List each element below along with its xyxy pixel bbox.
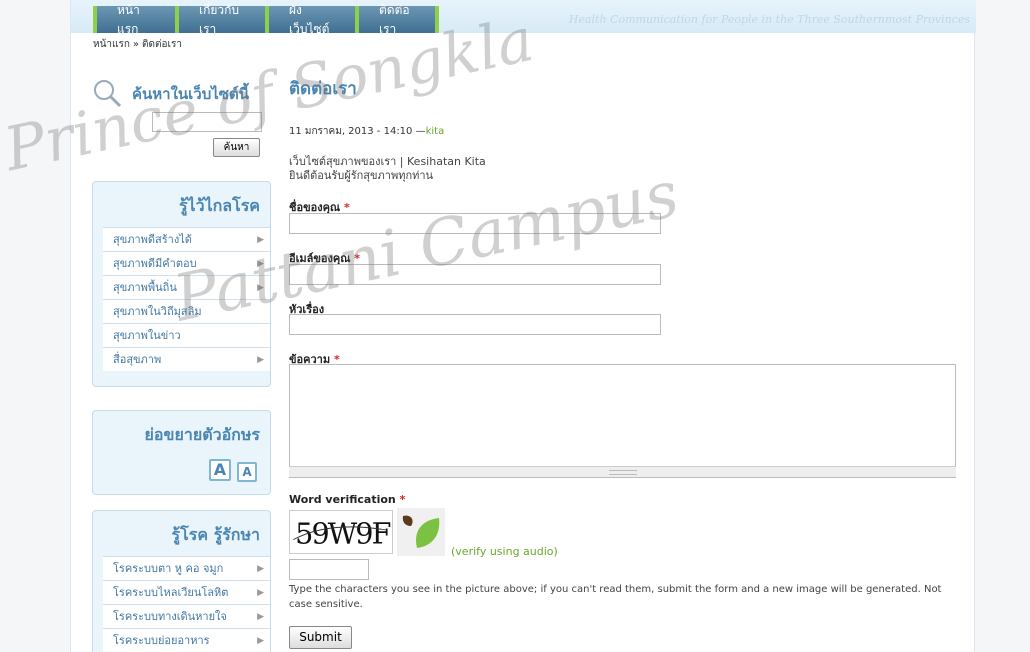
leaf-icon (397, 508, 445, 556)
search-title: ค้นหาในเว็บไซต์นี้ (132, 85, 249, 103)
health-menu-item[interactable]: สุขภาพในวิถีมุสลิม (103, 299, 270, 323)
page-container: หน้าแรก เกี่ยวกับเรา ผังเว็บไซต์ ติดต่อเ… (70, 0, 976, 652)
captcha-label-text: Word verification (289, 493, 396, 506)
required-mark: * (399, 493, 406, 506)
menu-item-label: สื่อสุขภาพ (113, 353, 162, 366)
health-menu-item[interactable]: สื่อสุขภาพ ▶ (103, 347, 270, 371)
menu-item-label: สุขภาพในวิถีมุสลิม (113, 305, 202, 318)
message-textarea[interactable] (289, 364, 956, 478)
submitted-info: 11 มกราคม, 2013 - 14:10 —kita (289, 124, 444, 139)
subject-field[interactable] (289, 314, 661, 335)
search-block: ค้นหาในเว็บไซต์นี้ ค้นหา (92, 60, 271, 165)
disease-menu: โรคระบบตา หู คอ จมูก ▶ โรคระบบไหลเวียนโลห… (103, 556, 270, 652)
health-menu-item[interactable]: สุขภาพในข่าว (103, 323, 270, 347)
intro-text: เว็บไซต์สุขภาพของเรา | Kesihatan Kita ยิ… (289, 155, 486, 183)
health-menu-item[interactable]: สุขภาพดีสร้างได้ ▶ (103, 227, 270, 251)
menu-item-label: สุขภาพพื้นถิ่น (113, 281, 177, 294)
captcha-label: Word verification * (289, 493, 405, 506)
health-menu: สุขภาพดีสร้างได้ ▶ สุขภาพดีมีคำตอบ ▶ สุขภา… (103, 227, 270, 371)
nav-about[interactable]: เกี่ยวกับเรา (179, 3, 269, 36)
textarea-resize-grip[interactable] (289, 466, 956, 477)
nav-sitemap[interactable]: ผังเว็บไซต์ (269, 3, 359, 36)
triangle-right-icon: ▶ (257, 636, 264, 646)
font-increase-button[interactable]: A (209, 459, 231, 481)
email-field[interactable] (289, 264, 661, 285)
font-size-block: ย่อขยายตัวอักษร A A (92, 410, 271, 495)
search-icon (94, 80, 122, 108)
disease-block: รู้โรค รู้รักษา โรคระบบตา หู คอ จมูก ▶ โร… (92, 510, 271, 652)
submit-button[interactable]: Submit (289, 626, 352, 649)
disease-block-title: รู้โรค รู้รักษา (171, 525, 260, 544)
captcha-description: Type the characters you see in the pictu… (289, 584, 942, 610)
menu-item-label: โรคระบบตา หู คอ จมูก (113, 562, 224, 575)
health-block-title: รู้ไว้ไกลโรค (178, 196, 260, 215)
font-block-title: ย่อขยายตัวอักษร (144, 425, 260, 444)
disease-menu-item[interactable]: โรคระบบไหลเวียนโลหิต ▶ (103, 580, 270, 604)
triangle-right-icon: ▶ (257, 259, 264, 269)
search-input[interactable] (152, 112, 262, 132)
disease-menu-item[interactable]: โรคระบบทางเดินหายใจ ▶ (103, 604, 270, 628)
nav-contact[interactable]: ติดต่อเรา (359, 3, 439, 36)
author-link[interactable]: kita (426, 126, 445, 137)
menu-item-label: โรคระบบทางเดินหายใจ (113, 610, 227, 623)
disease-menu-item[interactable]: โรคระบบย่อยอาหาร ▶ (103, 628, 270, 652)
search-button[interactable]: ค้นหา (213, 138, 260, 157)
page-title: ติดต่อเรา (289, 79, 357, 99)
menu-item-label: โรคระบบย่อยอาหาร (113, 634, 210, 647)
breadcrumb-separator: » (132, 39, 140, 50)
main-nav: หน้าแรก เกี่ยวกับเรา ผังเว็บไซต์ ติดต่อเ… (93, 3, 439, 36)
top-bar: หน้าแรก เกี่ยวกับเรา ผังเว็บไซต์ ติดต่อเ… (71, 0, 976, 36)
health-menu-item[interactable]: สุขภาพดีมีคำตอบ ▶ (103, 251, 270, 275)
verify-audio-link[interactable]: (verify using audio) (451, 545, 558, 558)
menu-item-label: โรคระบบไหลเวียนโลหิต (113, 586, 229, 599)
triangle-right-icon: ▶ (257, 355, 264, 365)
breadcrumb: หน้าแรก» ติดต่อเรา (93, 37, 182, 52)
triangle-right-icon: ▶ (257, 283, 264, 293)
breadcrumb-home[interactable]: หน้าแรก (93, 39, 130, 50)
triangle-right-icon: ▶ (257, 612, 264, 622)
disease-menu-item[interactable]: โรคระบบตา หู คอ จมูก ▶ (103, 556, 270, 580)
site-tagline: Health Communication for People in the T… (568, 13, 970, 26)
name-field[interactable] (289, 213, 661, 234)
menu-item-label: สุขภาพในข่าว (113, 329, 181, 342)
intro-line: ยินดีต้อนรับผู้รักสุขภาพทุกท่าน (289, 169, 434, 182)
nav-home[interactable]: หน้าแรก (93, 3, 179, 36)
svg-text:59W9F: 59W9F (295, 516, 390, 550)
font-decrease-button[interactable]: A (237, 462, 257, 482)
submitted-separator: — (415, 126, 426, 137)
health-block: รู้ไว้ไกลโรค สุขภาพดีสร้างได้ ▶ สุขภาพดีม… (92, 181, 271, 387)
captcha-input[interactable] (289, 559, 369, 580)
menu-item-label: สุขภาพดีสร้างได้ (113, 233, 192, 246)
intro-line: เว็บไซต์สุขภาพของเรา | Kesihatan Kita (289, 155, 486, 168)
menu-item-label: สุขภาพดีมีคำตอบ (113, 257, 197, 270)
triangle-right-icon: ▶ (257, 588, 264, 598)
breadcrumb-current: ติดต่อเรา (142, 39, 182, 50)
captcha-image: 59W9F (289, 510, 393, 554)
triangle-right-icon: ▶ (257, 564, 264, 574)
triangle-right-icon: ▶ (257, 235, 264, 245)
submitted-date: 11 มกราคม, 2013 - 14:10 (289, 126, 413, 137)
health-menu-item[interactable]: สุขภาพพื้นถิ่น ▶ (103, 275, 270, 299)
